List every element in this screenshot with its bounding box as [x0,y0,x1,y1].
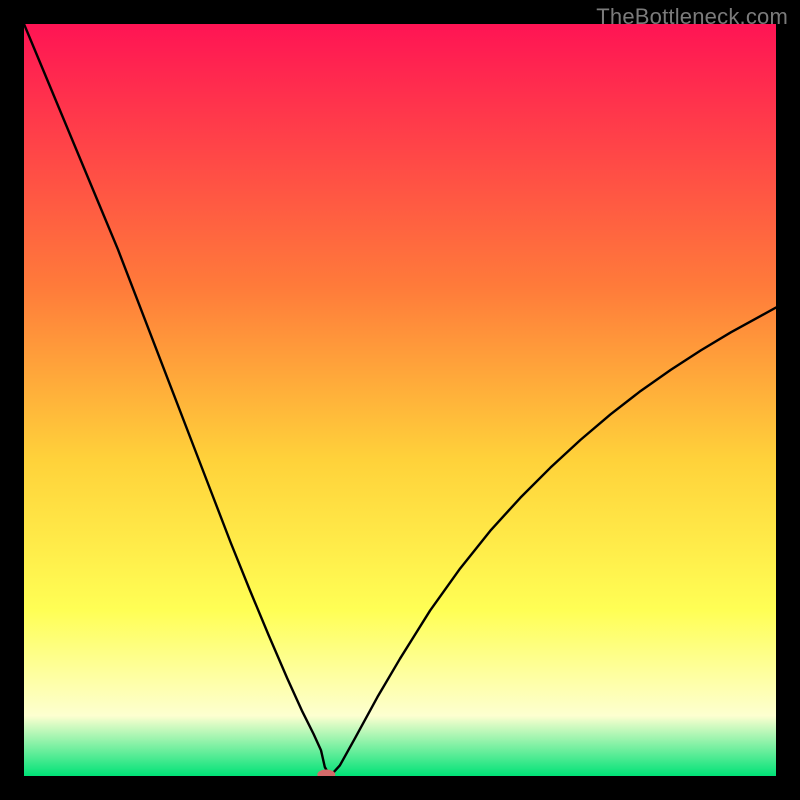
gradient-background [24,24,776,776]
watermark-text: TheBottleneck.com [596,4,788,30]
chart-frame [24,24,776,776]
bottleneck-chart [24,24,776,776]
